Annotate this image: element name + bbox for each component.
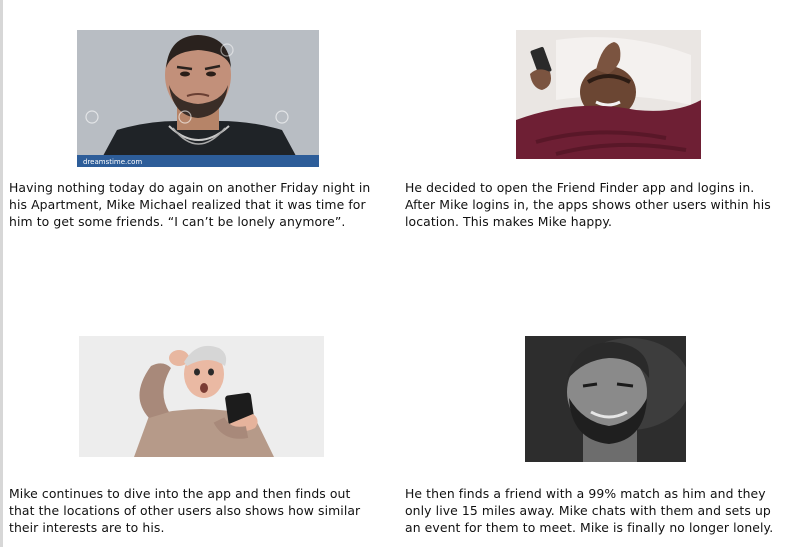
bearded-man-smiling-photo <box>525 336 686 462</box>
panel-1-caption: Having nothing today do again on another… <box>9 180 371 229</box>
watermark-text: dreamstime.com <box>83 158 143 166</box>
panel-2-caption: He decided to open the Friend Finder app… <box>405 180 771 229</box>
bearded-man-illustration <box>525 336 686 462</box>
man-worried-photo: dreamstime.com <box>77 30 319 167</box>
panel-3-caption: Mike continues to dive into the app and … <box>9 486 361 535</box>
man-in-bed-illustration <box>516 30 701 159</box>
man-in-bed-with-phone-photo <box>516 30 701 159</box>
man-worried-illustration <box>77 30 319 167</box>
left-divider <box>0 0 3 547</box>
older-man-illustration <box>79 336 324 457</box>
surprised-older-man-with-phone-photo <box>79 336 324 457</box>
panel-4-caption: He then finds a friend with a 99% match … <box>405 486 774 535</box>
